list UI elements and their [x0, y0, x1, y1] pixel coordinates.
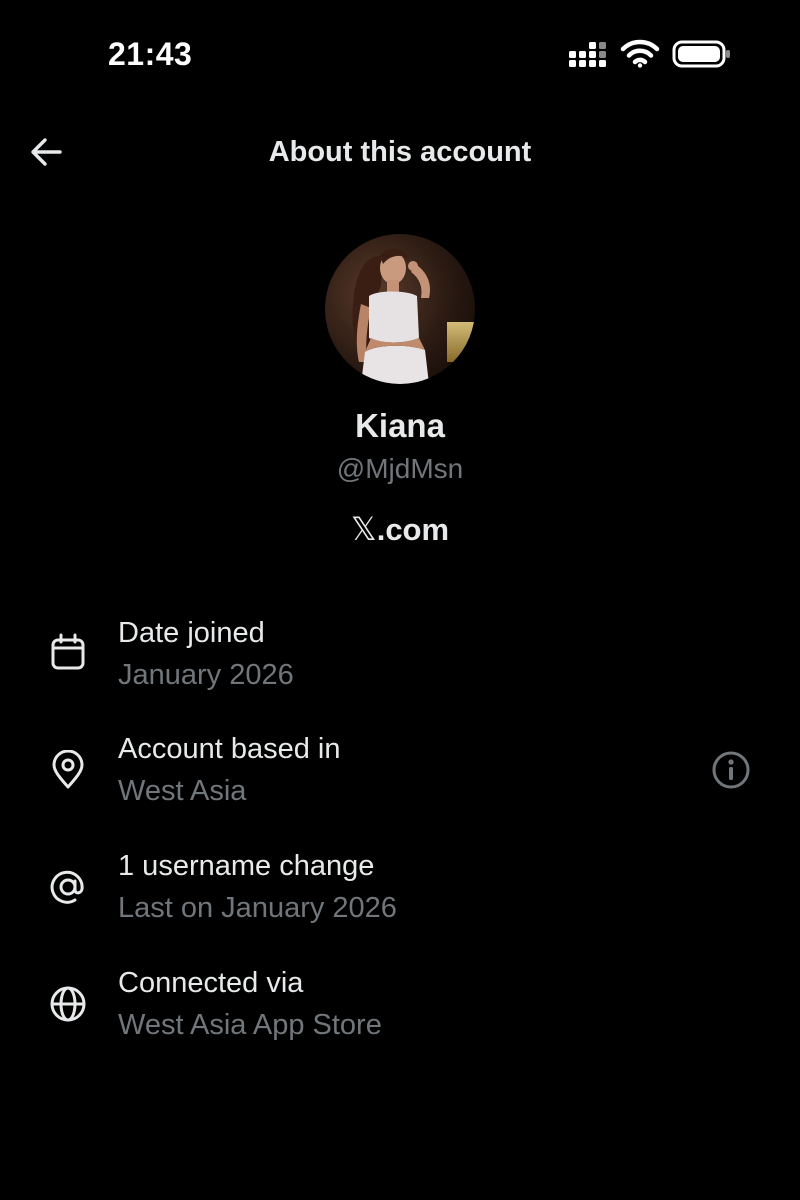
- at-sign-icon: [50, 870, 84, 904]
- status-time: 21:43: [108, 36, 193, 72]
- info-row-account-based-in: Account based in West Asia: [0, 730, 800, 830]
- account-based-in-label: Account based in: [118, 733, 341, 765]
- calendar-icon: [51, 633, 85, 670]
- source-domain: .com: [376, 512, 450, 547]
- signal-icon: [569, 42, 606, 67]
- display-name: Kiana: [355, 407, 445, 444]
- account-based-in-value: West Asia: [118, 775, 247, 807]
- wifi-icon: [620, 39, 660, 68]
- battery-icon: [672, 40, 730, 68]
- x-logo-icon: 𝕏: [350, 510, 377, 548]
- page-title: About this account: [268, 136, 532, 168]
- avatar-photo: [325, 234, 475, 384]
- status-bar: 21:43: [0, 0, 800, 100]
- username-change-value: Last on January 2026: [118, 892, 397, 924]
- date-joined-value: January 2026: [118, 659, 294, 691]
- location-pin-icon: [52, 750, 84, 789]
- info-row-username-change: 1 username change Last on January 2026: [0, 847, 800, 947]
- username-change-label: 1 username change: [118, 850, 375, 882]
- info-row-connected-via: Connected via West Asia App Store: [0, 964, 800, 1064]
- connected-via-value: West Asia App Store: [118, 1009, 382, 1041]
- info-row-date-joined: Date joined January 2026: [0, 614, 800, 714]
- avatar[interactable]: [325, 234, 475, 384]
- globe-icon: [50, 986, 86, 1022]
- info-icon[interactable]: [710, 749, 752, 791]
- connected-via-label: Connected via: [118, 967, 304, 999]
- source-badge: 𝕏.com: [0, 508, 800, 551]
- account-handle: @MjdMsn: [336, 453, 464, 484]
- date-joined-label: Date joined: [118, 617, 265, 649]
